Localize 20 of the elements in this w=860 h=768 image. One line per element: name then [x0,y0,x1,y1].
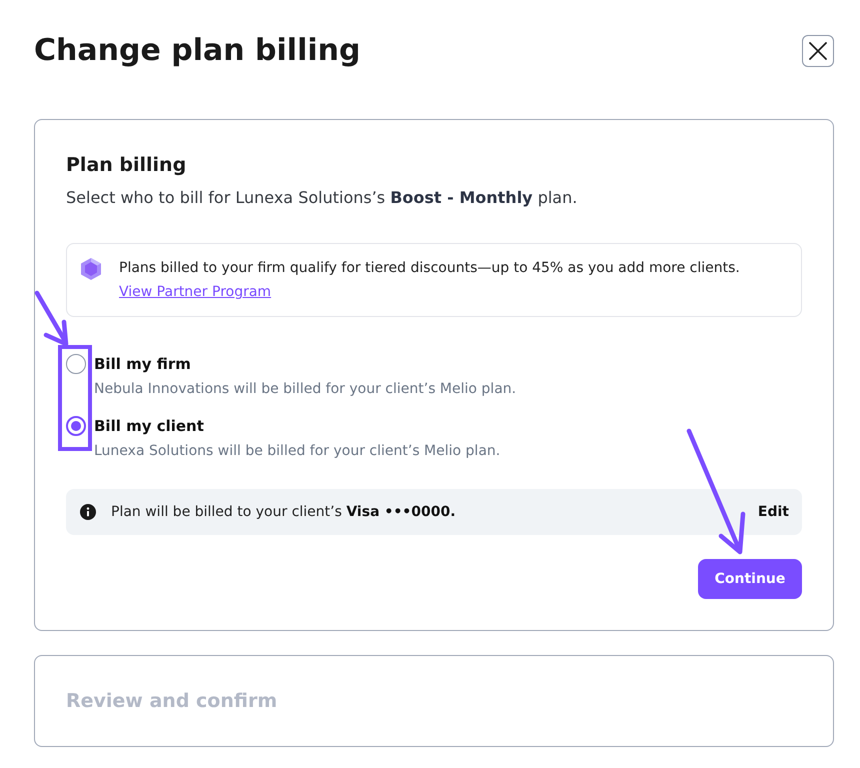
dialog-title: Change plan billing [34,32,360,70]
step-title: Review and confirm [66,689,278,714]
radio-button[interactable] [66,416,86,436]
option-description: Nebula Innovations will be billed for your client’s Melio plan. [94,380,516,399]
section-title: Plan billing [66,153,186,178]
section-description: Select who to bill for Lunexa Solutions’s Boost - Monthly plan. [66,187,578,209]
option-description: Lunexa Solutions will be billed for your client’s Melio plan. [94,442,500,461]
gem-icon [81,258,101,280]
close-icon [809,42,827,60]
option-label: Bill my firm [94,354,191,375]
promo-text: Plans billed to your firm qualify for tiered discounts—up to 45% as you add more clients. [119,259,740,278]
info-icon [80,504,96,520]
radio-button[interactable] [66,354,86,374]
edit-button[interactable]: Edit [758,504,789,520]
close-button[interactable] [802,35,834,67]
option-label: Bill my client [94,416,204,437]
annotation-arrow [34,290,68,346]
continue-button[interactable]: Continue [698,559,802,599]
partner-program-link[interactable]: View Partner Program [119,280,272,304]
notice-text: Plan will be billed to your client’s Visa •••0000. [111,503,456,522]
